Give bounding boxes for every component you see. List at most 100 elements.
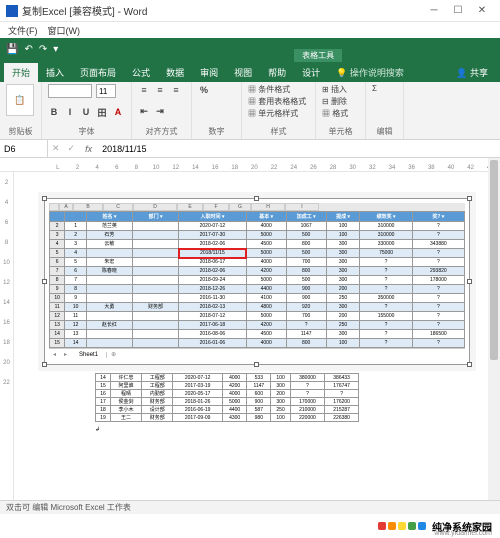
formula-value[interactable]: 2018/11/15 — [98, 144, 150, 154]
cancel-formula-icon[interactable]: ✕ — [48, 143, 64, 154]
app-icon — [6, 5, 18, 17]
qat-dropdown-icon[interactable]: ▾ — [53, 44, 58, 55]
underline-button[interactable]: U — [80, 106, 92, 118]
group-align-label: 对齐方式 — [138, 126, 185, 137]
delete-cells-button[interactable]: ⊟ 删除 — [322, 96, 347, 107]
table-row[interactable]: 12112018-07-125000700200155000? — [50, 312, 465, 321]
indent-decrease-icon[interactable]: ⇤ — [138, 105, 150, 117]
cell-style-button[interactable]: ▦ 单元格样式 — [248, 108, 298, 119]
italic-button[interactable]: I — [64, 106, 76, 118]
tab-help[interactable]: 帮助 — [260, 63, 294, 82]
align-left-icon[interactable]: ≡ — [138, 84, 150, 96]
document-page[interactable]: ABCDEFGHI 姓名 ▾部门 ▾入职时间 ▾基本 ▾加成工 ▾提成 ▾绩效奖… — [14, 172, 500, 524]
resize-handle[interactable] — [254, 362, 259, 367]
title-bar: 复制Excel [兼容模式] - Word ─ ☐ ✕ — [0, 0, 500, 22]
redo-icon[interactable]: ↷ — [39, 44, 47, 55]
fx-icon[interactable]: fx — [79, 144, 98, 154]
border-button[interactable]: 田 — [96, 106, 108, 118]
horizontal-ruler[interactable]: L246810121416182022242628303234363840424… — [0, 158, 500, 172]
tab-view[interactable]: 视图 — [226, 63, 260, 82]
ribbon: 📋 剪贴板 B I U 田 A 字体 ≡ ≡ ≡ ⇤ ⇥ 对齐方式 % 数字 — [0, 82, 500, 140]
wm-dot — [418, 522, 426, 530]
status-text: 双击可 编辑 Microsoft Excel 工作表 — [6, 502, 131, 513]
vertical-ruler[interactable]: 246810121416182022 — [0, 172, 14, 524]
sheet-nav-next-icon[interactable]: ▸ — [60, 351, 71, 358]
group-number-label: 数字 — [198, 126, 235, 137]
align-center-icon[interactable]: ≡ — [154, 84, 166, 96]
conditional-format-button[interactable]: ▦ 条件格式 — [248, 84, 290, 95]
column-headers[interactable]: ABCDEFGHI — [49, 203, 465, 211]
group-edit-label: 编辑 — [372, 126, 397, 137]
font-size-select[interactable] — [96, 84, 116, 98]
close-button[interactable]: ✕ — [470, 3, 494, 19]
table-row: 16程晴内勤部2020-05-174000600200?? — [96, 390, 359, 398]
embedded-spreadsheet[interactable]: 姓名 ▾部门 ▾入职时间 ▾基本 ▾加成工 ▾提成 ▾绩效奖 ▾奖? ▾ 21范… — [49, 211, 465, 348]
indent-increase-icon[interactable]: ⇥ — [154, 105, 166, 117]
table-row: 19王二财务部2017-09-094300980100220000226380 — [96, 414, 359, 422]
bold-button[interactable]: B — [48, 106, 60, 118]
enter-formula-icon[interactable]: ✓ — [64, 143, 80, 154]
resize-handle[interactable] — [42, 196, 47, 201]
formula-bar: D6 ✕ ✓ fx 2018/11/15 — [0, 140, 500, 158]
table-row[interactable]: 1110大勇财务部2018-02-134800920300?? — [50, 303, 465, 312]
table-row[interactable]: 76陈春晓2018-02-064200800300?293820 — [50, 267, 465, 276]
table-row[interactable]: 32石芳2017-07-305000500100310000? — [50, 231, 465, 240]
group-font-label: 字体 — [48, 126, 125, 137]
format-cells-button[interactable]: ▦ 格式 — [322, 108, 348, 119]
watermark: 纯净系统家园 www.yidaimei.com — [0, 514, 500, 538]
resize-handle[interactable] — [467, 362, 472, 367]
table-row: 17侯金剑财务部2018-01-265000900300170000176200 — [96, 398, 359, 406]
new-sheet-icon[interactable]: ⊕ — [107, 351, 120, 358]
table-row[interactable]: 982018-12-264400900200?? — [50, 285, 465, 294]
table-row[interactable]: 65朱宏2018-06-174000700300?? — [50, 258, 465, 267]
wm-dot — [398, 522, 406, 530]
tab-insert[interactable]: 插入 — [38, 63, 72, 82]
align-right-icon[interactable]: ≡ — [170, 84, 182, 96]
sheet-nav-prev-icon[interactable]: ◂ — [49, 351, 60, 358]
fill-color-button[interactable]: A — [112, 106, 124, 118]
table-row[interactable]: 1092016-11-304100900250350000? — [50, 294, 465, 303]
maximize-button[interactable]: ☐ — [446, 3, 470, 19]
menu-file[interactable]: 文件(F) — [8, 24, 38, 37]
paste-button[interactable]: 📋 — [6, 84, 34, 116]
table-row[interactable]: 542018/11/15500050030075000? — [50, 249, 465, 258]
tab-home[interactable]: 开始 — [4, 63, 38, 82]
scrollbar-thumb[interactable] — [490, 160, 498, 360]
table-format-button[interactable]: ▦ 套用表格格式 — [248, 96, 306, 107]
table-row[interactable]: 21范兰英2020-07-1240001067100310000? — [50, 222, 465, 231]
number-format-icon[interactable]: % — [198, 84, 210, 96]
resize-handle[interactable] — [42, 279, 47, 284]
menu-window[interactable]: 窗口(W) — [48, 24, 81, 37]
share-button[interactable]: 👤 共享 — [448, 63, 496, 82]
autosum-icon[interactable]: Σ — [372, 84, 377, 93]
table-row[interactable]: 43云敏2018-02-064500800300330000343880 — [50, 240, 465, 249]
embedded-excel-object[interactable]: ABCDEFGHI 姓名 ▾部门 ▾入职时间 ▾基本 ▾加成工 ▾提成 ▾绩效奖… — [44, 198, 470, 365]
save-icon[interactable]: 💾 — [6, 44, 18, 55]
table-row[interactable]: 14132016-08-0645001147300?186500 — [50, 330, 465, 339]
table-row[interactable]: 1312赵长红2017-06-184200?250?? — [50, 321, 465, 330]
name-box[interactable]: D6 — [0, 140, 48, 157]
undo-icon[interactable]: ↶ — [24, 44, 32, 55]
sheet-tab-bar: ◂ ▸ Sheet1 ⊕ — [49, 348, 465, 360]
tab-review[interactable]: 审阅 — [192, 63, 226, 82]
insert-cells-button[interactable]: ⊞ 插入 — [322, 84, 347, 95]
tab-data[interactable]: 数据 — [158, 63, 192, 82]
sheet-tab[interactable]: Sheet1 — [71, 352, 107, 358]
table-row[interactable]: 872018-09-245000500300?178000 — [50, 276, 465, 285]
tell-me-search[interactable]: 💡 操作说明搜索 — [328, 63, 412, 82]
resize-handle[interactable] — [254, 196, 259, 201]
ribbon-tabs: 开始 插入 页面布局 公式 数据 审阅 视图 帮助 表格工具 设计 💡 操作说明… — [0, 60, 500, 82]
tab-formulas[interactable]: 公式 — [124, 63, 158, 82]
table-row[interactable]: 15142016-01-064000800100?? — [50, 339, 465, 348]
resize-handle[interactable] — [467, 279, 472, 284]
resize-handle[interactable] — [42, 362, 47, 367]
tab-layout[interactable]: 页面布局 — [72, 63, 124, 82]
minimize-button[interactable]: ─ — [422, 3, 446, 19]
table-row: 18李小木设计部2016-06-194400587250210000215287 — [96, 406, 359, 414]
vertical-scrollbar[interactable] — [488, 158, 500, 508]
tab-design[interactable]: 设计 — [294, 63, 328, 82]
font-family-select[interactable] — [48, 84, 92, 98]
group-style-label: 样式 — [248, 126, 309, 137]
resize-handle[interactable] — [467, 196, 472, 201]
table-row: 15阿里谁工程部2017-03-1942001147300?176747 — [96, 382, 359, 390]
